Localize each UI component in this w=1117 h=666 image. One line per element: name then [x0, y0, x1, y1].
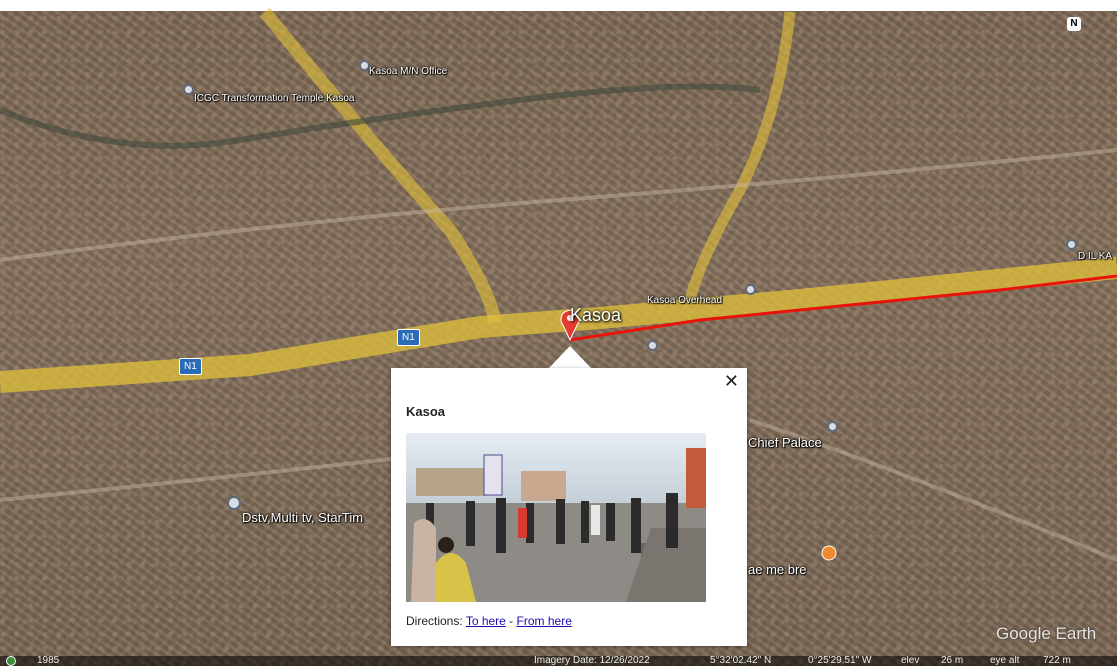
imagery-date: Imagery Date: 12/26/2022	[534, 656, 650, 666]
latitude: 5°32'02.42" N	[710, 656, 772, 666]
river	[0, 83, 761, 149]
north-indicator[interactable]: N	[1067, 17, 1081, 31]
directions-label: Directions:	[406, 614, 463, 628]
poi-right-icon[interactable]	[1066, 239, 1077, 250]
placemark-balloon: ✕ Kasoa Directions: To here - From here	[391, 368, 747, 646]
secondary-road	[0, 148, 1117, 262]
balloon-photo	[406, 433, 706, 602]
popup-tail	[549, 346, 591, 368]
poi-dstv-label[interactable]: Dstv,Multi tv, StarTim	[242, 510, 363, 525]
poi-palace-label[interactable]: Chief Palace	[748, 435, 822, 450]
balloon-title: Kasoa	[406, 404, 446, 419]
poi-temple-icon[interactable]	[183, 84, 194, 95]
elevation-value: 26 m	[941, 656, 964, 666]
bus-stop-icon[interactable]	[647, 340, 658, 351]
directions-to-here-link[interactable]: To here	[466, 614, 506, 628]
close-icon[interactable]: ✕	[724, 372, 739, 390]
poi-right-label[interactable]: D IL KA	[1078, 251, 1112, 262]
timeline-clock-icon[interactable]	[6, 656, 16, 666]
road-shield-n1-2: N1	[179, 358, 202, 375]
poi-overhead-icon[interactable]	[745, 284, 756, 295]
status-bar: 1985 Imagery Date: 12/26/2022 5°32'02.42…	[0, 656, 1117, 666]
poi-palace-icon[interactable]	[827, 421, 838, 432]
highway-north-east	[684, 11, 796, 302]
elevation-label: elev	[901, 656, 920, 666]
google-earth-watermark: Google Earth	[996, 624, 1097, 643]
directions-separator: -	[505, 614, 517, 628]
poi-bre-label[interactable]: ae me bre	[748, 562, 807, 577]
eye-alt-label: eye alt	[990, 656, 1020, 666]
timeline-year[interactable]: 1985	[37, 656, 59, 666]
directions-from-here-link[interactable]: From here	[517, 614, 572, 628]
street-photo-illustration	[406, 433, 706, 602]
road-shield-n1: N1	[397, 329, 420, 346]
poi-overhead-label[interactable]: Kasoa Overhead	[647, 295, 722, 306]
eye-alt-value: 722 m	[1043, 656, 1071, 666]
balloon-directions: Directions: To here - From here	[406, 614, 572, 628]
restaurant-pin	[821, 545, 837, 561]
poi-dstv-icon[interactable]	[227, 496, 241, 510]
poi-temple-label[interactable]: ICGC Transformation Temple Kasoa	[194, 93, 354, 104]
poi-office-label[interactable]: Kasoa M/N Office	[369, 66, 447, 77]
highway-north-west	[259, 7, 502, 324]
placemark-title[interactable]: Kasoa	[570, 305, 621, 326]
longitude: 0°25'29.51" W	[808, 656, 872, 666]
